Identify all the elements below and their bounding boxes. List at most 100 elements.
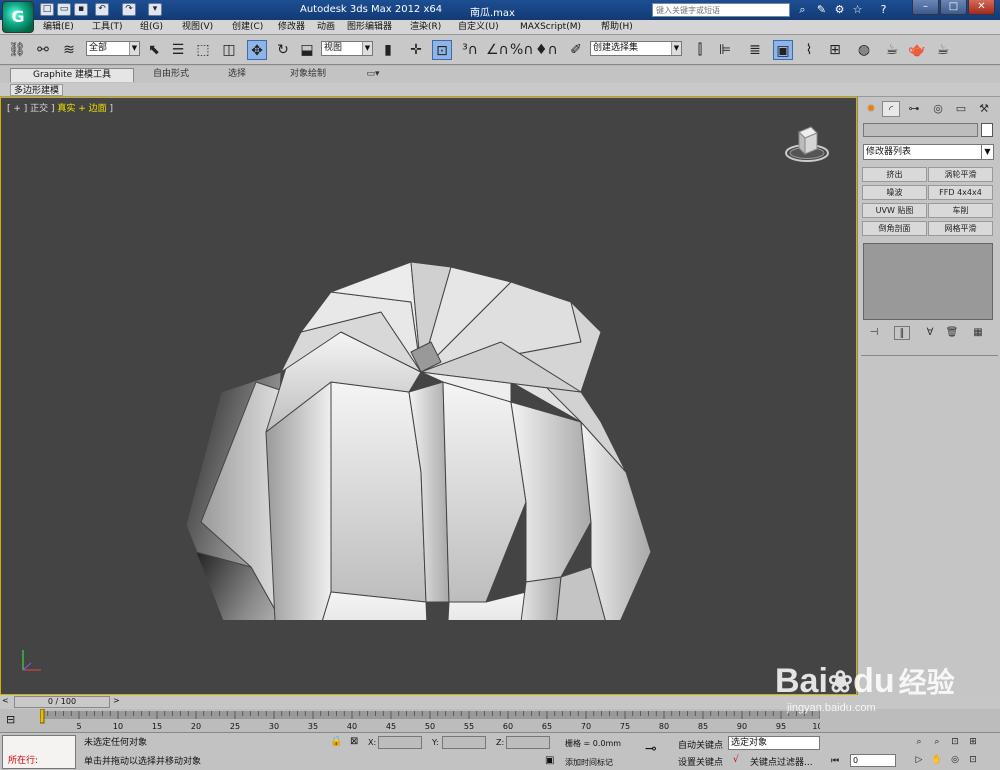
tab-graphite-modeling[interactable]: Graphite 建模工具 <box>10 68 134 82</box>
window-crossing-icon[interactable]: ◫ <box>219 40 239 60</box>
tab-object-paint[interactable]: 对象绘制 <box>284 68 332 82</box>
redo-icon[interactable]: ↷ <box>122 3 136 16</box>
select-and-move-icon[interactable]: ✥ <box>247 40 267 60</box>
select-object-icon[interactable]: ⬉ <box>144 40 164 60</box>
schematic-view-icon[interactable]: ⊞ <box>825 40 845 60</box>
menu-views[interactable]: 视图(V) <box>182 21 213 34</box>
mini-curve-editor-icon[interactable]: ⊟ <box>6 713 15 726</box>
favorites-star-icon[interactable]: ☆ <box>850 2 865 17</box>
configure-modifier-sets-icon[interactable]: ▦ <box>970 326 986 340</box>
modifier-bevel-profile-button[interactable]: 倒角剖面 <box>862 221 927 236</box>
save-file-icon[interactable]: ▪ <box>74 3 88 16</box>
key-filters-button[interactable]: 关键点过滤器... <box>750 755 813 768</box>
select-by-name-icon[interactable]: ☰ <box>168 40 188 60</box>
binoculars-icon[interactable]: ⌕ <box>795 2 810 17</box>
set-key-button[interactable]: 设置关键点 <box>678 755 723 768</box>
menu-animation[interactable]: 动画 <box>317 21 335 34</box>
render-setup-icon[interactable]: ☕ <box>882 40 902 60</box>
edit-named-selection-icon[interactable]: ✐ <box>566 40 586 60</box>
menu-graph-editors[interactable]: 图形编辑器 <box>347 21 392 34</box>
snaps-toggle-icon[interactable]: ³∩ <box>460 40 480 60</box>
viewcube-icon[interactable] <box>783 123 831 167</box>
align-icon[interactable]: ⊫ <box>715 40 735 60</box>
help-icon[interactable]: ? <box>876 2 891 17</box>
key-mode-icon[interactable]: √ <box>733 755 739 765</box>
rectangular-selection-icon[interactable]: ⬚ <box>193 40 213 60</box>
maximize-button[interactable]: □ <box>940 0 967 15</box>
close-button[interactable]: ✕ <box>968 0 995 15</box>
modify-tab-icon[interactable]: ◜ <box>882 101 900 117</box>
new-file-icon[interactable]: □ <box>40 3 54 16</box>
remove-modifier-icon[interactable]: 🗑 <box>944 326 960 340</box>
angle-snap-icon[interactable]: ∠∩ <box>486 40 509 60</box>
select-and-link-icon[interactable]: ⛓ <box>7 40 27 60</box>
menu-help[interactable]: 帮助(H) <box>601 21 633 34</box>
subscription-icon[interactable]: ✎ <box>814 2 829 17</box>
pin-stack-icon[interactable]: ⊣ <box>866 326 882 340</box>
app-logo[interactable]: G <box>2 1 34 33</box>
bind-space-warp-icon[interactable]: ≋ <box>59 40 79 60</box>
next-frame-icon[interactable]: > <box>113 696 120 705</box>
modifier-list-dropdown[interactable]: 修改器列表 ▼ <box>863 144 994 160</box>
selection-filter-dropdown[interactable]: 全部 ▼ <box>86 41 140 56</box>
absolute-mode-icon[interactable]: ⊠ <box>350 736 358 747</box>
object-color-swatch[interactable] <box>981 123 993 137</box>
set-key-icon[interactable]: ⊸ <box>645 741 669 757</box>
tab-freeform[interactable]: 自由形式 <box>148 68 194 82</box>
object-name-field[interactable] <box>863 123 978 137</box>
unlink-icon[interactable]: ⚯ <box>33 40 53 60</box>
polygon-modeling-panel[interactable]: 多边形建模 <box>10 84 64 96</box>
graphite-toggle-icon[interactable]: ▣ <box>773 40 793 60</box>
reference-coordinate-dropdown[interactable]: 视图 ▼ <box>321 41 373 56</box>
modifier-noise-button[interactable]: 噪波 <box>862 185 927 200</box>
zoom-icon[interactable]: ⌕ <box>912 736 926 749</box>
rendered-frame-icon[interactable]: 🫖 <box>907 40 927 60</box>
modifier-stack[interactable] <box>863 243 993 320</box>
hierarchy-tab-icon[interactable]: ⊶ <box>905 101 923 117</box>
menu-tools[interactable]: 工具(T) <box>92 21 123 34</box>
select-and-rotate-icon[interactable]: ↻ <box>273 40 293 60</box>
goto-start-icon[interactable]: ⏮ <box>828 755 842 768</box>
menu-rendering[interactable]: 渲染(R) <box>410 21 441 34</box>
pan-view-icon[interactable]: ✋ <box>930 754 944 767</box>
selection-lock-icon[interactable]: 🔒 <box>330 736 342 747</box>
track-ruler[interactable]: 5 10 15 20 25 30 35 40 45 50 55 60 65 70 75 80 85 90 95 100 <box>40 709 820 731</box>
modifier-uvw-map-button[interactable]: UVW 贴图 <box>862 203 927 218</box>
menu-customize[interactable]: 自定义(U) <box>458 21 499 34</box>
menu-modifiers[interactable]: 修改器 <box>278 21 305 34</box>
menu-maxscript[interactable]: MAXScript(M) <box>520 21 581 34</box>
pumpkin-mesh[interactable] <box>181 222 656 620</box>
add-time-tag-icon[interactable]: ▣ <box>545 755 554 766</box>
zoom-extents-icon[interactable]: ⊡ <box>948 736 962 749</box>
mirror-icon[interactable]: ⫿ <box>690 40 710 60</box>
display-tab-icon[interactable]: ▭ <box>952 101 970 117</box>
curve-editor-icon[interactable]: ⌇ <box>799 40 819 60</box>
help-search-input[interactable] <box>652 3 790 17</box>
add-time-tag-button[interactable]: 添加时间标记 <box>565 757 613 768</box>
minimize-button[interactable]: – <box>912 0 939 15</box>
create-tab-icon[interactable]: ✹ <box>862 101 880 117</box>
communication-icon[interactable]: ⚙ <box>832 2 847 17</box>
orbit-icon[interactable]: ◎ <box>948 754 962 767</box>
show-end-result-icon[interactable]: ∥ <box>894 326 910 340</box>
motion-tab-icon[interactable]: ◎ <box>929 101 947 117</box>
menu-edit[interactable]: 编辑(E) <box>43 21 74 34</box>
modifier-turbosmooth-button[interactable]: 涡轮平滑 <box>928 167 993 182</box>
menu-group[interactable]: 组(G) <box>140 21 163 34</box>
render-production-icon[interactable]: ☕ <box>933 40 953 60</box>
keyboard-shortcut-override-icon[interactable]: ⊡ <box>432 40 452 60</box>
named-selection-dropdown[interactable]: 创建选择集 ▼ <box>590 41 682 56</box>
key-selection-dropdown[interactable]: 选定对象 <box>728 736 820 750</box>
material-editor-icon[interactable]: ◍ <box>854 40 874 60</box>
viewport-label[interactable]: [ + ] 正交 ] 真实 + 边面 ] <box>7 101 113 114</box>
frame-counter[interactable]: 0 / 100 <box>14 696 110 708</box>
make-unique-icon[interactable]: ∀ <box>922 326 938 340</box>
select-and-scale-icon[interactable]: ⬓ <box>297 40 317 60</box>
auto-key-button[interactable]: 自动关键点 <box>678 738 723 751</box>
modifier-meshsmooth-button[interactable]: 网格平滑 <box>928 221 993 236</box>
undo-icon[interactable]: ↶ <box>95 3 109 16</box>
maximize-viewport-icon[interactable]: ⊡ <box>966 754 980 767</box>
tab-selection[interactable]: 选择 <box>222 68 252 82</box>
utilities-tab-icon[interactable]: ⚒ <box>975 101 993 117</box>
field-of-view-icon[interactable]: ▷ <box>912 754 926 767</box>
